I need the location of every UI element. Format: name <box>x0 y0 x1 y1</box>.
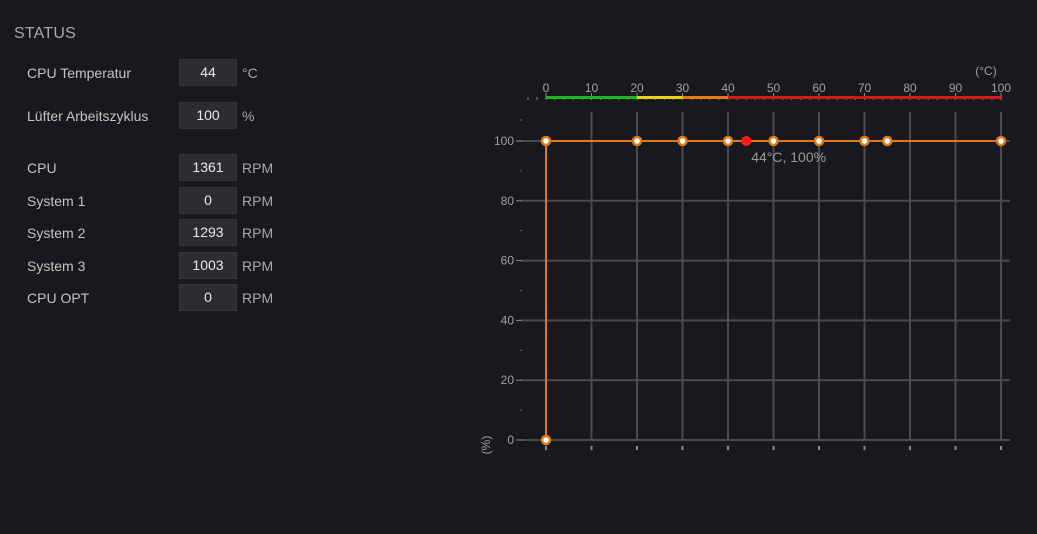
fan-curve-point[interactable] <box>995 135 1007 147</box>
fan-rpm-value: 0 <box>179 187 237 214</box>
temperature-band <box>546 96 637 99</box>
x-tick-label: 0 <box>543 81 550 95</box>
fan-label: System 3 <box>27 257 86 274</box>
fan-row-cpu: CPU 1361 RPM <box>27 154 273 181</box>
fan-rpm-value: 0 <box>179 284 237 311</box>
fan-curve-point[interactable] <box>677 135 688 147</box>
x-tick-label: 40 <box>721 81 735 95</box>
x-axis-label: (°C) <box>975 64 996 78</box>
y-axis-label: (%) <box>479 436 493 455</box>
fan-rpm-value: 1361 <box>179 154 237 181</box>
fan-curve-point[interactable] <box>768 135 779 147</box>
y-tick-label: 100 <box>494 134 514 148</box>
fan-curve-point[interactable] <box>722 135 734 147</box>
x-tick-label: 10 <box>585 81 599 95</box>
fan-curve-point[interactable] <box>813 135 825 147</box>
fan-label: CPU OPT <box>27 289 90 306</box>
fan-rpm-value: 1293 <box>179 219 237 246</box>
fan-curve-point[interactable] <box>882 135 893 147</box>
x-tick-label: 80 <box>903 81 917 95</box>
fan-duty-value: 100 <box>179 102 237 129</box>
status-title: STATUS <box>14 25 76 42</box>
fan-label: System 1 <box>27 192 86 209</box>
temperature-band <box>728 96 1001 99</box>
fan-curve-point[interactable] <box>631 135 643 147</box>
y-tick-label: 0 <box>507 433 514 447</box>
x-tick-label: 30 <box>676 81 690 95</box>
fan-row-cpu-opt: CPU OPT 0 RPM <box>27 284 273 311</box>
x-tick-label: 100 <box>991 81 1011 95</box>
cpu-temperature-value: 44 <box>179 59 237 86</box>
fan-duty-unit: % <box>242 107 255 124</box>
fan-label: CPU <box>27 159 57 176</box>
fan-rpm-unit: RPM <box>242 159 274 176</box>
fan-rpm-unit: RPM <box>242 257 274 274</box>
x-tick-label: 70 <box>858 81 872 95</box>
cpu-temperature-label: CPU Temperatur <box>27 64 132 81</box>
y-tick-label: 20 <box>501 373 515 387</box>
fan-rpm-unit: RPM <box>242 224 274 241</box>
y-tick-label: 80 <box>501 194 515 208</box>
fan-label: System 2 <box>27 224 86 241</box>
x-tick-label: 50 <box>767 81 781 95</box>
y-tick-label: 60 <box>501 254 515 268</box>
x-tick-label: 90 <box>949 81 963 95</box>
fan-curve-point[interactable] <box>859 135 870 147</box>
fan-row-system-1: System 1 0 RPM <box>27 187 273 214</box>
fan-duty-label: Lüfter Arbeitszyklus <box>27 107 149 124</box>
fan-row-system-3: System 3 1003 RPM <box>27 252 273 279</box>
x-tick-label: 60 <box>812 81 826 95</box>
fan-row-system-2: System 2 1293 RPM <box>27 219 273 246</box>
y-tick-label: 40 <box>501 313 515 327</box>
fan-rpm-unit: RPM <box>242 289 274 306</box>
fan-curve-point[interactable] <box>540 434 552 446</box>
cpu-temperature-row: CPU Temperatur 44 °C <box>27 59 258 86</box>
cpu-temperature-unit: °C <box>242 64 258 81</box>
temperature-band <box>682 96 728 99</box>
x-tick-label: 20 <box>630 81 644 95</box>
current-point-label: 44°C, 100% <box>751 149 826 165</box>
fan-rpm-unit: RPM <box>242 192 274 209</box>
fan-duty-row: Lüfter Arbeitszyklus 100 % <box>27 102 254 129</box>
temperature-band <box>637 96 683 99</box>
fan-curve-point[interactable] <box>540 135 552 147</box>
current-operating-point <box>741 136 752 146</box>
fan-rpm-value: 1003 <box>179 252 237 279</box>
